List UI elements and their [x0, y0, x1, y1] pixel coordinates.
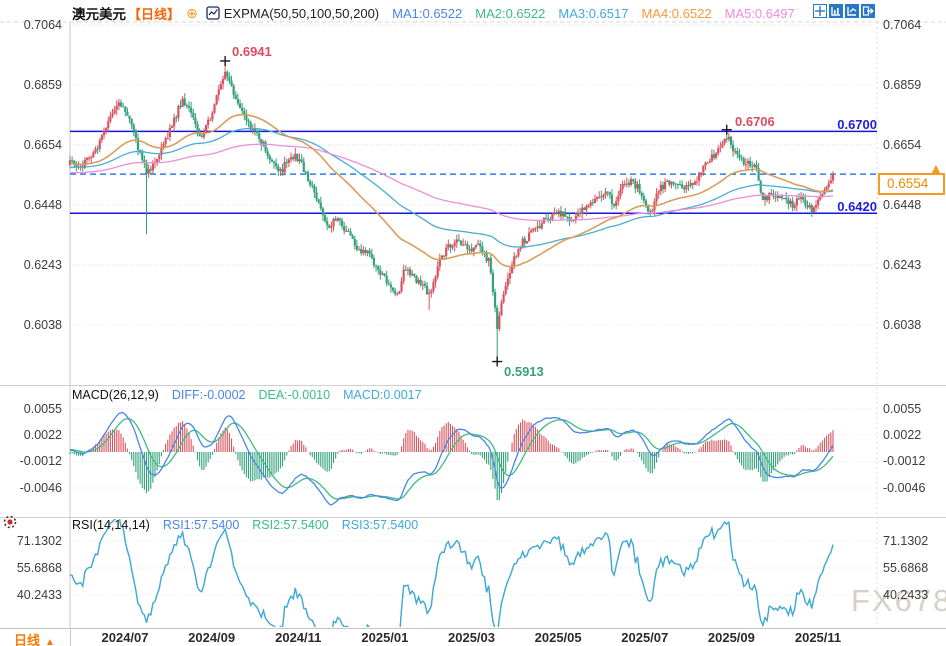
rsi-value-label: RSI2:57.5400: [252, 518, 328, 532]
annotation-high: 0.6941: [232, 44, 272, 59]
main-y-tick-left: 0.7064: [0, 17, 62, 33]
rsi-value-label: RSI3:57.5400: [342, 518, 418, 532]
ma-value-label: MA1:0.6522: [392, 6, 462, 21]
rsi-y-tick-right: 40.2433: [883, 587, 928, 603]
resistance-level-label: 0.6700: [817, 117, 877, 132]
macd-header: MACD(26,12,9) DIFF:-0.0002 DEA:-0.0010 MAC…: [72, 388, 422, 402]
annotation-low: 0.5913: [504, 364, 544, 379]
macd-y-tick-right: 0.0022: [883, 427, 921, 443]
rsi-header: RSI(14,14,14) RSI1:57.5400RSI2:57.5400RS…: [72, 518, 418, 532]
main-y-tick-right: 0.6654: [883, 137, 921, 153]
live-indicator-icon[interactable]: [2, 514, 18, 535]
macd-value-label: DIFF:-0.0002: [172, 388, 246, 402]
price-up-arrow-icon: ▲: [929, 160, 943, 176]
x-axis-date-label: 2025/01: [350, 630, 420, 645]
rsi-y-tick-left: 55.6868: [0, 560, 62, 576]
rsi-value-label: RSI1:57.5400: [163, 518, 239, 532]
main-y-tick-left: 0.6654: [0, 137, 62, 153]
ma-value-label: MA3:0.6517: [558, 6, 628, 21]
ma-value-label: MA5:0.6497: [725, 6, 795, 21]
indicator-chart-icon[interactable]: [206, 6, 220, 20]
macd-y-tick-left: -0.0012: [0, 453, 62, 469]
main-y-tick-left: 0.6243: [0, 257, 62, 273]
macd-values: DIFF:-0.0002 DEA:-0.0010 MACD:0.0017: [159, 388, 422, 402]
macd-y-tick-left: 0.0055: [0, 401, 62, 417]
support-level-label: 0.6420: [817, 199, 877, 214]
rsi-y-tick-right: 55.6868: [883, 560, 928, 576]
last-price-tag: 0.6554: [878, 173, 945, 195]
period-selector-label: 日线: [14, 633, 40, 646]
expand-icon[interactable]: ⊕: [186, 5, 198, 22]
chart-header: 澳元美元 【日线】 ⊕ EXPMA(50,50,100,50,200) MA1:…: [72, 3, 795, 23]
macd-value-label: MACD:0.0017: [343, 388, 422, 402]
period-selector[interactable]: 日线 ▲: [14, 630, 55, 646]
pan-right-icon[interactable]: [861, 4, 875, 18]
x-axis-date-label: 2025/05: [523, 630, 593, 645]
x-axis-date-label: 2025/11: [783, 630, 853, 645]
x-axis-date-label: 2025/07: [610, 630, 680, 645]
indicator-name: EXPMA(50,50,100,50,200): [224, 6, 379, 21]
macd-y-tick-right: -0.0012: [883, 453, 925, 469]
crosshair-icon[interactable]: [813, 4, 827, 18]
x-axis-date-label: 2024/07: [90, 630, 160, 645]
main-y-tick-right: 0.6448: [883, 197, 921, 213]
ma-legend: MA1:0.6522 MA2:0.6522 MA3:0.6517 MA4:0.6522…: [379, 6, 795, 21]
main-y-tick-left: 0.6859: [0, 77, 62, 93]
symbol-name: 澳元美元: [72, 3, 126, 23]
x-axis-scale-icon[interactable]: [829, 4, 843, 18]
macd-title: MACD(26,12,9): [72, 388, 159, 402]
y-axis-scale-icon[interactable]: [845, 4, 859, 18]
macd-y-tick-left: 0.0022: [0, 427, 62, 443]
rsi-y-tick-left: 71.1302: [0, 533, 62, 549]
period-selector-arrow-icon: ▲: [45, 637, 55, 646]
main-y-tick-left: 0.6038: [0, 317, 62, 333]
rsi-y-tick-right: 71.1302: [883, 533, 928, 549]
x-axis-date-label: 2025/09: [696, 630, 766, 645]
main-y-tick-right: 0.6243: [883, 257, 921, 273]
chart-canvas[interactable]: [0, 0, 946, 646]
macd-y-tick-left: -0.0046: [0, 480, 62, 496]
macd-y-tick-right: -0.0046: [883, 480, 925, 496]
main-y-tick-right: 0.6038: [883, 317, 921, 333]
ma-value-label: MA2:0.6522: [475, 6, 545, 21]
rsi-y-tick-left: 40.2433: [0, 587, 62, 603]
macd-value-label: DEA:-0.0010: [258, 388, 330, 402]
x-axis-date-label: 2024/09: [177, 630, 247, 645]
x-axis-date-label: 2025/03: [437, 630, 507, 645]
main-y-tick-left: 0.6448: [0, 197, 62, 213]
x-axis-date-label: 2024/11: [263, 630, 333, 645]
main-y-tick-right: 0.6859: [883, 77, 921, 93]
chart-app: FX678 澳元美元 【日线】 ⊕ EXPMA(50,50,100,50,200…: [0, 0, 946, 646]
rsi-values: RSI1:57.5400 RSI2:57.5400 RSI3:57.5400: [150, 518, 418, 532]
toolbar: [813, 4, 875, 18]
macd-y-tick-right: 0.0055: [883, 401, 921, 417]
annotation-swing-high: 0.6706: [735, 114, 775, 129]
rsi-title: RSI(14,14,14): [72, 518, 150, 532]
main-y-tick-right: 0.7064: [883, 17, 921, 33]
ma-value-label: MA4:0.6522: [641, 6, 711, 21]
period-tag: 【日线】: [128, 4, 180, 23]
